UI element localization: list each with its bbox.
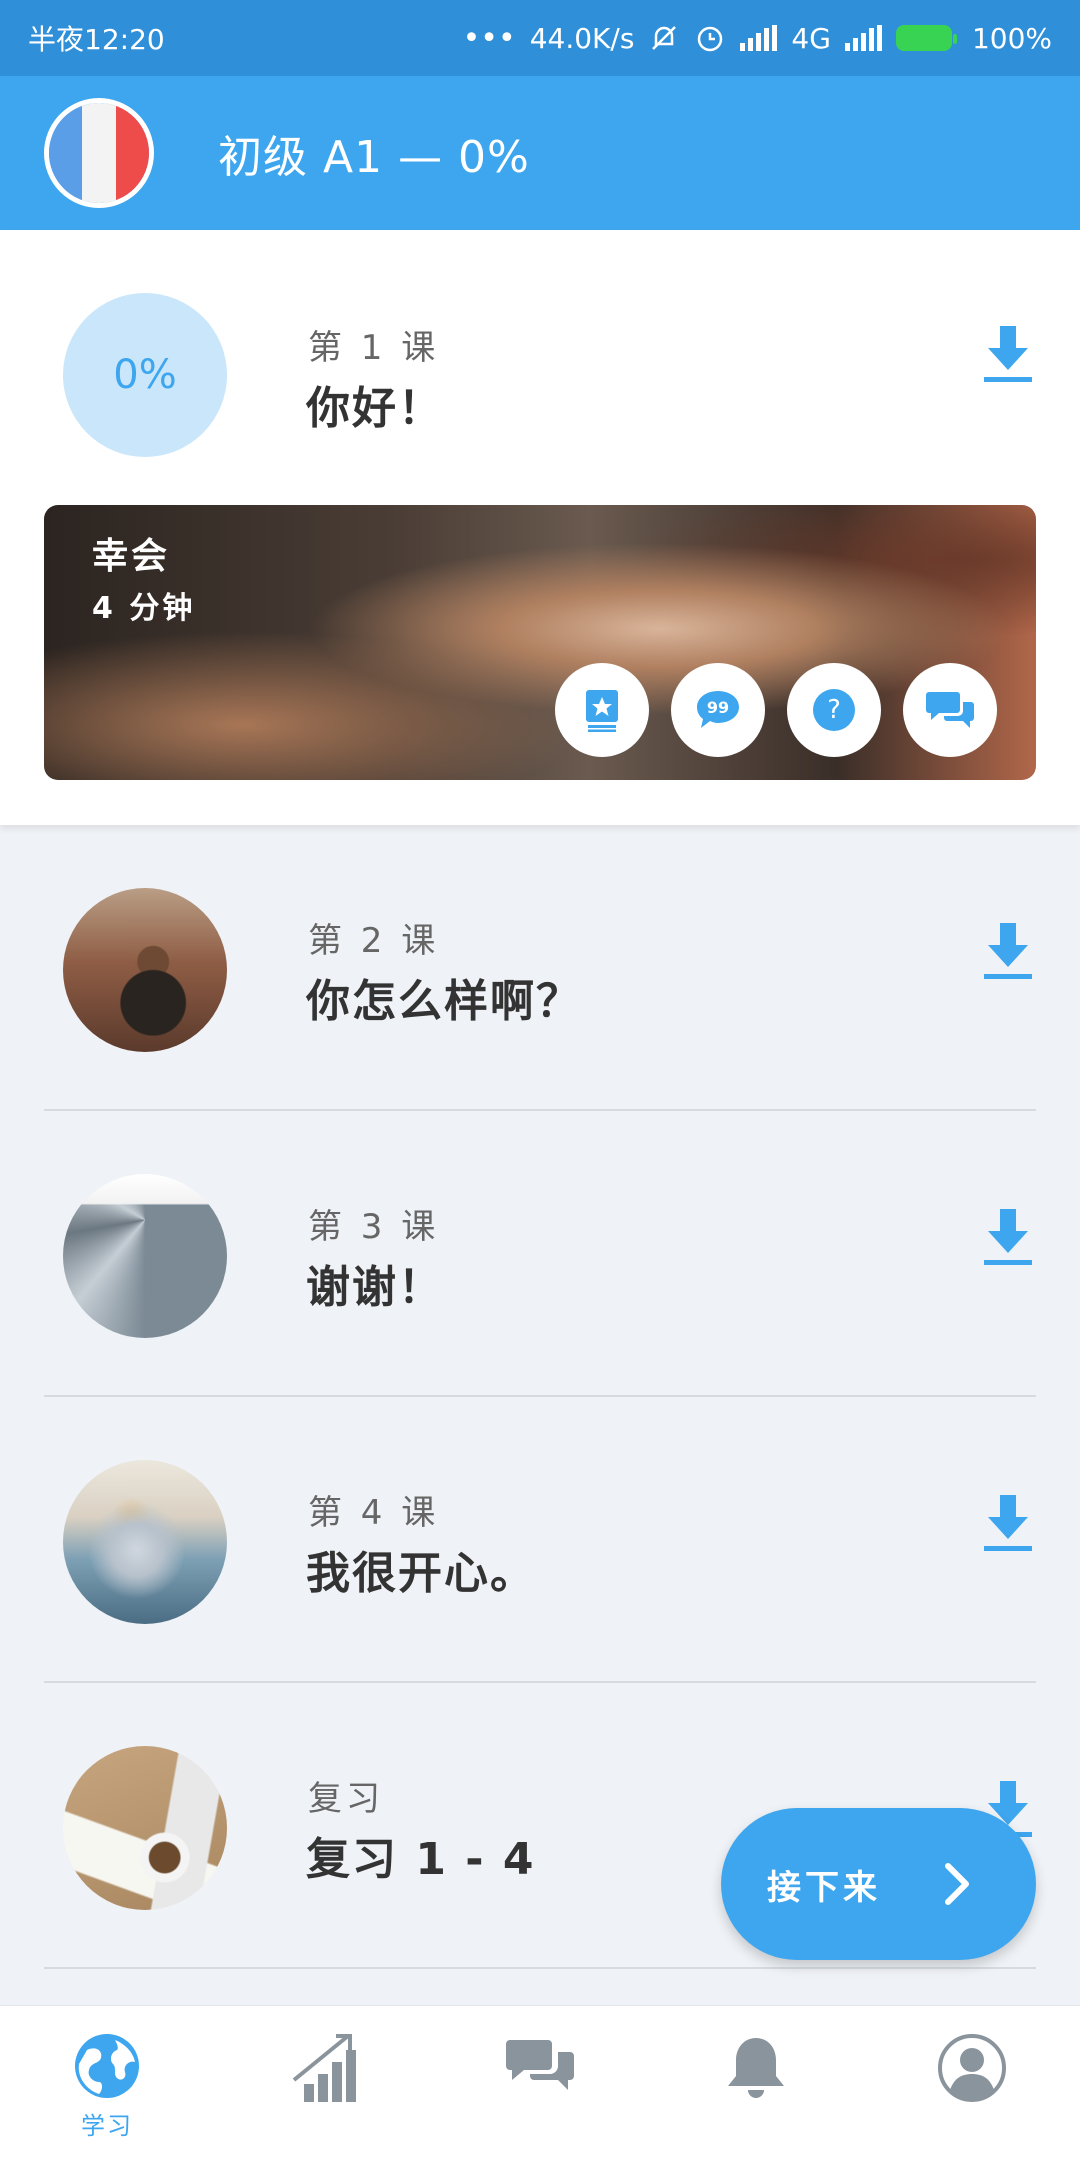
- lesson-thumbnail: [63, 1746, 227, 1910]
- question-button[interactable]: ?: [787, 663, 881, 757]
- alarm-icon: [698, 26, 723, 52]
- lesson-title: 复习 1 - 4: [306, 1834, 536, 1885]
- status-time: 半夜12:20: [28, 23, 165, 56]
- lesson-row-4[interactable]: 第 4 课 我很开心。: [0, 1397, 1080, 1683]
- video-title: 幸会: [92, 536, 171, 577]
- lesson-number: 第 3 课: [308, 1207, 440, 1247]
- next-button[interactable]: 接下来: [721, 1808, 1036, 1960]
- download-icon[interactable]: [982, 1495, 1034, 1553]
- download-icon[interactable]: [982, 1209, 1034, 1267]
- chat-icon: [506, 2040, 574, 2090]
- battery-icon: [895, 25, 957, 51]
- more-dots-icon: •••: [462, 20, 516, 56]
- lesson-progress: 0%: [63, 293, 227, 457]
- lesson-card-1[interactable]: 0% 第 1 课 你好！ 幸会 4 分钟 99 ?: [0, 230, 1080, 825]
- lesson-thumbnail: [63, 888, 227, 1052]
- battery-level: 100%: [971, 21, 1052, 55]
- lesson-thumbnail: [63, 1174, 227, 1338]
- lesson-number: 第 1 课: [308, 328, 440, 368]
- globe-icon: [75, 2034, 139, 2098]
- video-duration: 4 分钟: [92, 591, 196, 626]
- bottom-nav: 学习: [0, 2005, 1080, 2161]
- signal-icon: [740, 25, 778, 51]
- lesson-video-thumbnail[interactable]: 幸会 4 分钟 99 ?: [44, 505, 1036, 780]
- course-title: 初级 A1 — 0%: [218, 132, 530, 183]
- svg-text:?: ?: [827, 695, 841, 725]
- dialogue-icon: [926, 692, 974, 728]
- lesson-number: 复习: [308, 1779, 384, 1819]
- lesson-title: 谢谢！: [306, 1262, 444, 1313]
- nav-profile[interactable]: [922, 2032, 1022, 2104]
- signal-icon-2: [844, 25, 882, 51]
- nav-learn-label: 学习: [81, 2112, 133, 2140]
- nav-notifications[interactable]: [706, 2032, 806, 2104]
- lesson-row-3[interactable]: 第 3 课 谢谢！: [0, 1111, 1080, 1397]
- vocabulary-button[interactable]: [555, 663, 649, 757]
- lesson-title: 你好！: [306, 383, 444, 434]
- row-divider: [44, 1967, 1036, 1969]
- app-header: 初级 A1 — 0%: [0, 76, 1080, 230]
- quote-icon: 99: [697, 691, 739, 728]
- nav-community[interactable]: [490, 2032, 590, 2104]
- network-type: 4G: [791, 21, 831, 55]
- mute-icon: [652, 26, 677, 50]
- next-button-label: 接下来: [767, 1867, 881, 1908]
- download-icon[interactable]: [982, 923, 1034, 981]
- vocabulary-icon: [586, 690, 618, 732]
- net-speed: 44.0K/s: [529, 21, 635, 55]
- chart-icon: [292, 2034, 356, 2102]
- profile-icon: [938, 2034, 1006, 2102]
- bell-icon: [728, 2038, 784, 2098]
- chevron-right-icon: [945, 1863, 969, 1905]
- lesson-number: 第 2 课: [308, 921, 440, 961]
- question-icon: ?: [813, 689, 855, 731]
- lesson-title: 我很开心。: [306, 1548, 536, 1599]
- lesson-number: 第 4 课: [308, 1493, 440, 1533]
- french-flag-icon[interactable]: [44, 98, 154, 208]
- nav-learn[interactable]: 学习: [57, 2032, 157, 2141]
- lesson-thumbnail: [63, 1460, 227, 1624]
- lesson-row-2[interactable]: 第 2 课 你怎么样啊？: [0, 825, 1080, 1111]
- dialogue-button[interactable]: [903, 663, 997, 757]
- download-icon[interactable]: [982, 326, 1034, 384]
- quote-button[interactable]: 99: [671, 663, 765, 757]
- svg-text:99: 99: [707, 698, 729, 717]
- status-icons: ••• 44.0K/s 4G 100%: [463, 21, 1052, 56]
- nav-progress[interactable]: [274, 2032, 374, 2104]
- status-bar: 半夜12:20 ••• 44.0K/s 4G 100%: [0, 0, 1080, 76]
- lesson-title: 你怎么样啊？: [306, 976, 582, 1027]
